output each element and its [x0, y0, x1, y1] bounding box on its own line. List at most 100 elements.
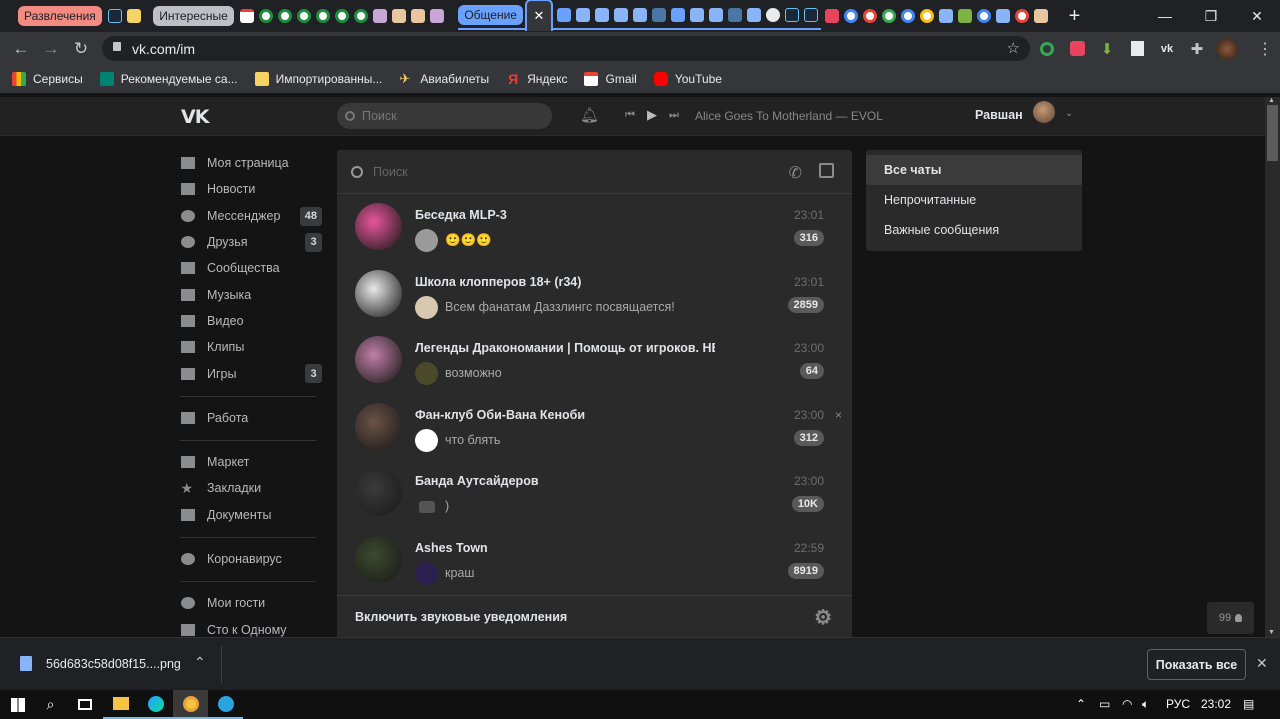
close-tab-icon[interactable]: ✕ — [534, 8, 545, 24]
clock[interactable]: 23:02 — [1201, 697, 1231, 711]
circle-tab-icon[interactable] — [297, 9, 312, 23]
chevron-up-icon[interactable]: ⌃ — [194, 654, 206, 671]
chat-row[interactable]: Легенды Дракономании | Помощь от игроков… — [337, 327, 852, 394]
steam-tab-icon[interactable] — [785, 8, 800, 22]
sidebar-item[interactable]: Мессенджер 48 — [180, 203, 322, 229]
circle-tab-icon[interactable] — [335, 9, 350, 23]
close-window-icon[interactable]: ✕ — [1234, 0, 1280, 32]
message-tab-icon[interactable] — [690, 8, 705, 22]
yandex-tab-icon[interactable] — [373, 9, 388, 23]
active-tab[interactable]: ✕ — [524, 0, 553, 31]
user-name[interactable]: Равшан — [975, 108, 1023, 122]
bookmark-services[interactable]: Сервисы — [12, 72, 83, 86]
sidebar-item[interactable]: Коронавирус — [180, 546, 322, 572]
minimize-icon[interactable]: — — [1142, 0, 1188, 32]
chat-row[interactable]: Беседка MLP-3 23:01 316 🙂🙂🙂 — [337, 194, 852, 261]
chat-row[interactable]: Банда Аутсайдеров 23:00 10K) — [337, 460, 852, 527]
close-icon[interactable]: × — [835, 408, 842, 422]
profile-avatar-icon[interactable] — [1212, 37, 1242, 60]
sidebar-item[interactable]: Документы — [180, 502, 322, 528]
sidebar-item[interactable]: ★ Закладки — [180, 475, 322, 501]
vk-logo[interactable]: VK — [181, 106, 209, 128]
close-icon[interactable]: ✕ — [1256, 655, 1268, 672]
sidebar-item[interactable]: Работа — [180, 405, 322, 431]
bookmark-yandex[interactable]: Я Яндекс — [506, 72, 567, 86]
google-tab-icon[interactable] — [881, 9, 896, 23]
messages-search-bar[interactable]: Поиск ✆ — [337, 150, 852, 194]
tab-group-obshchenie[interactable]: Общение — [458, 5, 523, 25]
notifications-bell-icon[interactable]: 🔔︎ — [580, 106, 599, 124]
circle-tab-icon[interactable] — [316, 9, 331, 23]
bookmark-youtube[interactable]: YouTube — [653, 72, 722, 86]
vk-search-input[interactable]: Поиск — [337, 103, 552, 129]
task-view-icon[interactable] — [67, 690, 102, 719]
maximize-icon[interactable]: ❐ — [1188, 0, 1234, 32]
sidebar-item[interactable]: Моя страница — [180, 150, 322, 176]
plus-tab-icon[interactable] — [614, 8, 629, 22]
shop-tab-icon[interactable] — [411, 9, 426, 23]
notifications-icon[interactable]: ▤ — [1243, 697, 1254, 711]
compose-icon[interactable] — [819, 163, 834, 178]
google-tab-icon[interactable] — [862, 9, 877, 23]
settings-gear-icon[interactable]: ⚙ — [814, 605, 832, 630]
call-icon[interactable]: ✆ — [789, 163, 802, 183]
sidebar-item[interactable]: Друзья 3 — [180, 229, 322, 255]
extension-page-icon[interactable] — [1122, 41, 1152, 56]
reload-icon[interactable]: ↻ — [66, 39, 96, 59]
vk-tab-icon[interactable] — [652, 8, 667, 22]
sidebar-item[interactable]: Игры 3 — [180, 360, 322, 386]
chat-row[interactable]: Фан-клуб Оби-Вана Кеноби 23:00 312 что блят… — [337, 394, 852, 461]
chat-row[interactable]: Ashes Town 22:59 8919 краш — [337, 527, 852, 594]
battery-icon[interactable]: ▭ — [1099, 697, 1110, 711]
circle-tab-icon[interactable] — [354, 9, 369, 23]
extension-vk-icon[interactable]: vk — [1152, 43, 1182, 55]
sidebar-item[interactable]: Клипы — [180, 334, 322, 360]
google-tab-icon[interactable] — [919, 9, 934, 23]
vk-tab-icon[interactable] — [728, 8, 743, 22]
download-filename[interactable]: 56d683c58d08f15....png — [46, 657, 181, 671]
player-track-title[interactable]: Alice Goes To Motherland — EVOL — [695, 109, 883, 123]
language-indicator[interactable]: РУС — [1166, 697, 1190, 711]
sidebar-item[interactable]: Маркет — [180, 449, 322, 475]
new-tab-button[interactable]: + — [1064, 5, 1084, 28]
previous-track-icon[interactable]: ⏮ — [625, 109, 635, 122]
plus-tab-icon[interactable] — [633, 8, 648, 22]
scroll-up-arrow[interactable]: ▲ — [1268, 97, 1275, 104]
forward-icon[interactable]: → — [36, 39, 66, 59]
extension-download-icon[interactable]: ⬇ — [1092, 40, 1122, 58]
steam-tab-icon[interactable] — [108, 9, 123, 23]
gmail-tab-icon[interactable] — [240, 9, 255, 23]
edge-icon[interactable] — [138, 690, 173, 719]
extension-app-icon[interactable] — [1062, 41, 1092, 56]
yandex-tab-icon[interactable] — [430, 9, 445, 23]
scrollbar-thumb[interactable] — [1267, 105, 1278, 161]
back-icon[interactable]: ← — [6, 39, 36, 59]
tray-chevron-icon[interactable]: ⌃ — [1076, 697, 1086, 711]
image-tab-icon[interactable] — [995, 9, 1010, 23]
telegram-icon[interactable] — [208, 690, 243, 719]
message-tab-icon[interactable] — [576, 8, 591, 22]
sidebar-item[interactable]: Мои гости — [180, 590, 322, 616]
filter-unread[interactable]: Непрочитанные — [866, 185, 1082, 215]
filter-all-chats[interactable]: Все чаты — [866, 155, 1082, 185]
message-tab-icon[interactable] — [747, 8, 762, 22]
chevron-down-icon[interactable]: ⌄ — [1065, 108, 1073, 119]
google-tab-icon[interactable] — [976, 9, 991, 23]
image-tab-icon[interactable] — [938, 9, 953, 23]
tab-group-interesnye[interactable]: Интересные — [153, 6, 234, 26]
online-friends-button[interactable]: 99 — [1207, 602, 1254, 634]
play-icon[interactable]: ▶ — [647, 107, 657, 123]
bookmark-imported[interactable]: Импортированны... — [254, 72, 382, 86]
bookmark-star-icon[interactable]: ☆ — [1007, 39, 1020, 57]
sidebar-item[interactable]: Видео — [180, 308, 322, 334]
sidebar-item[interactable]: Сообщества — [180, 255, 322, 281]
app-tab-icon[interactable] — [824, 9, 839, 23]
game-tab-icon[interactable] — [127, 9, 142, 23]
search-icon[interactable]: ⌕ — [33, 690, 68, 719]
chat-row[interactable]: Школа клопперов 18+ (r34) 23:01 2859 Всем ф… — [337, 261, 852, 328]
circle-tab-icon[interactable] — [259, 9, 274, 23]
sidebar-item[interactable]: Музыка — [180, 281, 322, 307]
page-scrollbar[interactable]: ▲ ▼ — [1265, 97, 1280, 637]
extensions-puzzle-icon[interactable]: ✚ — [1182, 40, 1212, 58]
chrome-icon[interactable] — [173, 690, 208, 719]
